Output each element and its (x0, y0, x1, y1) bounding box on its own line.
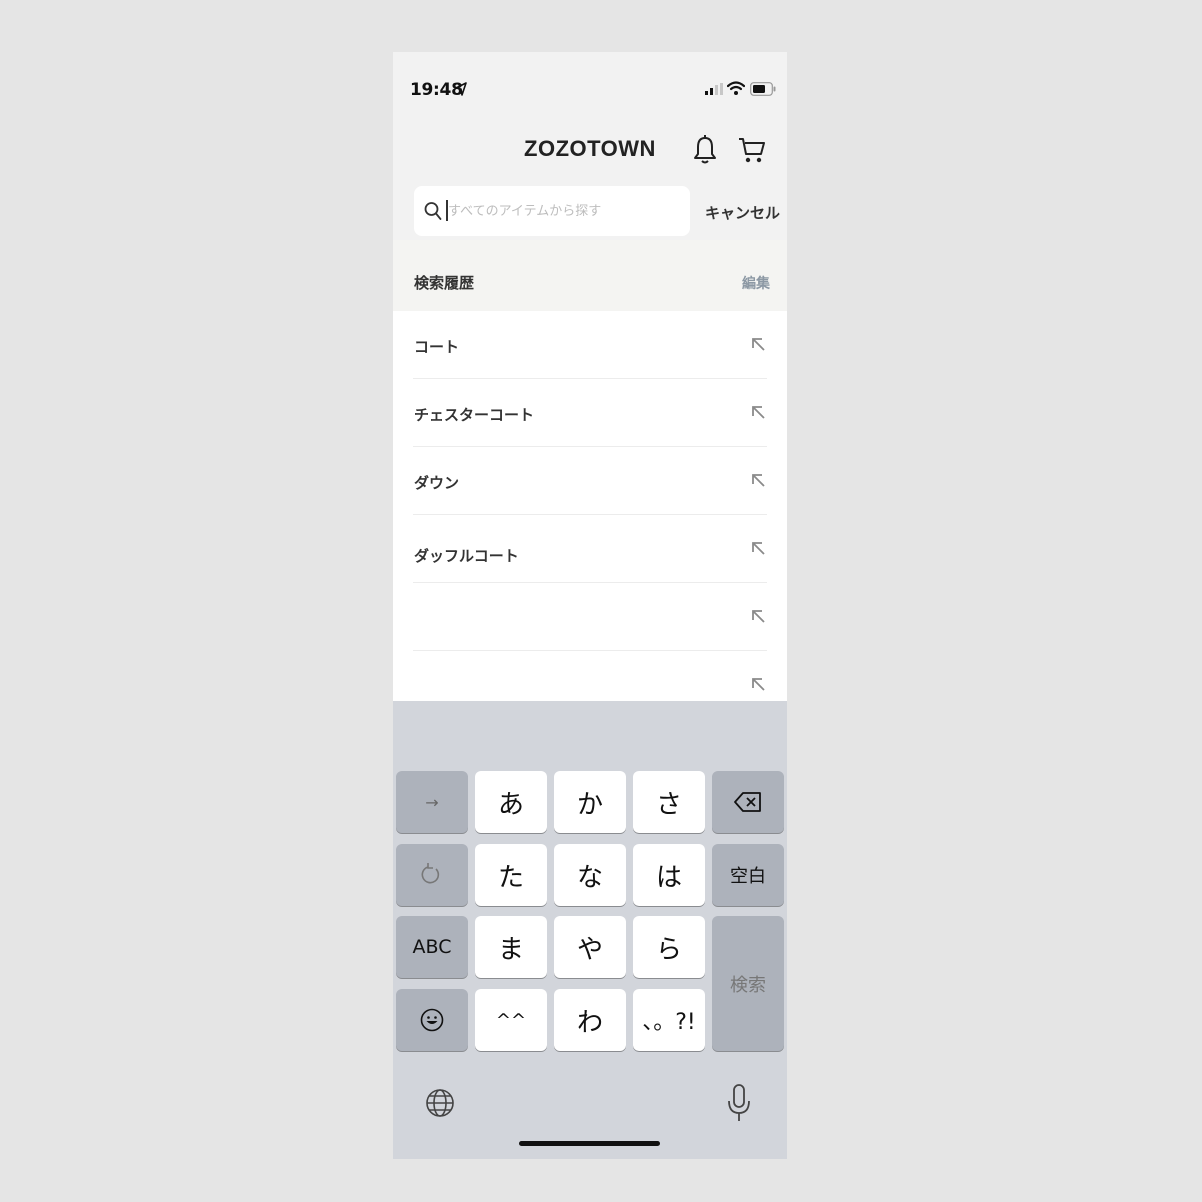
kana-key-wa[interactable]: わ (554, 989, 626, 1051)
kana-key-ma[interactable]: ま (475, 916, 547, 978)
cancel-button[interactable]: キャンセル (705, 202, 780, 223)
search-field[interactable] (414, 186, 690, 236)
history-item-label: チェスターコート (414, 406, 535, 424)
history-item[interactable]: ダウン (393, 447, 787, 515)
search-history-header: 検索履歴 編集 (393, 240, 787, 311)
kana-key-a[interactable]: あ (475, 771, 547, 833)
signal-icon (705, 83, 723, 95)
cart-icon[interactable] (738, 136, 766, 164)
kana-key-ra[interactable]: ら (633, 916, 705, 978)
search-icon (424, 202, 442, 220)
search-key[interactable]: 検索 (712, 916, 784, 1051)
undo-icon (421, 863, 440, 884)
phone-screen: 19:48 ZOZOTOWN すべてのアイテムから探す キャンセル 検索履歴 編… (393, 52, 787, 1159)
wifi-icon (727, 81, 745, 95)
emoji-icon (420, 1008, 444, 1032)
kana-key-sa[interactable]: さ (633, 771, 705, 833)
software-keyboard: → あ か さ た な は 空白 ABC ま や ら 検索 ^^ わ 、。?! (393, 701, 787, 1159)
app-logo[interactable]: ZOZOTOWN (393, 136, 787, 162)
search-history-list: コート チェスターコート ダウン ダッフルコート (393, 311, 787, 701)
fill-arrow-icon[interactable] (751, 473, 765, 487)
next-key-label: → (425, 792, 439, 812)
battery-icon (750, 82, 776, 96)
kana-key-na[interactable]: な (554, 844, 626, 906)
history-item-label: ダッフルコート (414, 547, 519, 565)
fill-arrow-icon[interactable] (751, 541, 765, 555)
history-item[interactable]: ダッフルコート (393, 515, 787, 583)
home-indicator[interactable] (519, 1141, 660, 1146)
history-item[interactable]: チェスターコート (393, 379, 787, 447)
fill-arrow-icon[interactable] (751, 677, 765, 691)
fill-arrow-icon[interactable] (751, 337, 765, 351)
fill-arrow-icon[interactable] (751, 609, 765, 623)
microphone-icon[interactable] (727, 1084, 751, 1122)
punctuation-key[interactable]: 、。?! (633, 989, 705, 1051)
delete-key[interactable] (712, 771, 784, 833)
status-bar: 19:48 (393, 52, 787, 122)
search-history-title: 検索履歴 (414, 274, 475, 292)
emoji-key[interactable] (396, 989, 468, 1051)
space-key[interactable]: 空白 (712, 844, 784, 906)
undo-key[interactable] (396, 844, 468, 906)
delete-icon (734, 792, 761, 812)
kaomoji-key[interactable]: ^^ (475, 989, 547, 1051)
fill-arrow-icon[interactable] (751, 405, 765, 419)
kana-key-ya[interactable]: や (554, 916, 626, 978)
history-item[interactable] (393, 583, 787, 651)
search-input[interactable] (448, 194, 678, 228)
edit-button[interactable]: 編集 (742, 273, 770, 293)
bell-icon[interactable] (693, 135, 717, 165)
kana-key-ha[interactable]: は (633, 844, 705, 906)
abc-key[interactable]: ABC (396, 916, 468, 978)
history-item[interactable]: コート (393, 311, 787, 379)
history-item-label: ダウン (414, 474, 460, 492)
kana-key-ta[interactable]: た (475, 844, 547, 906)
location-arrow-icon (455, 82, 467, 96)
next-candidate-key[interactable]: → (396, 771, 468, 833)
globe-icon[interactable] (425, 1088, 455, 1118)
kana-key-ka[interactable]: か (554, 771, 626, 833)
history-item-label: コート (414, 338, 460, 356)
